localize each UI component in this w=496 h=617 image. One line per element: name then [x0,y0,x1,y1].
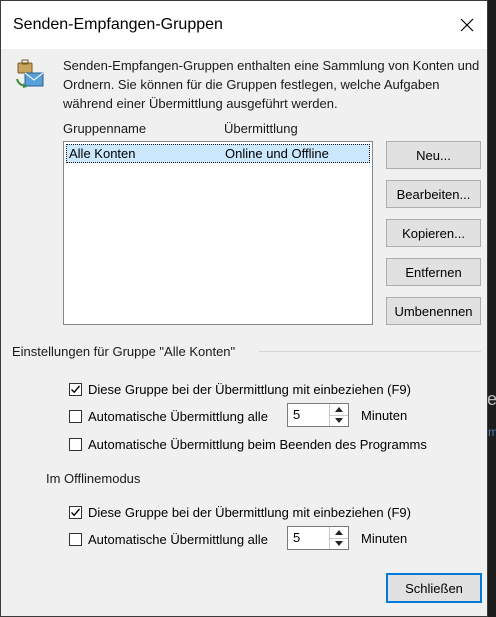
checkbox-unchecked[interactable] [69,437,82,451]
include-group-label: Diese Gruppe bei der Übermittlung mit ei… [88,381,411,397]
column-header-transfer[interactable]: Übermittlung [224,121,298,136]
arrow-up-icon [335,407,343,412]
minutes-label: Minuten [361,408,408,423]
auto-transfer-checkbox[interactable]: Automatische Übermittlung alle [69,407,268,425]
offline-auto-transfer-label: Automatische Übermittlung alle [88,531,268,547]
copy-button[interactable]: Kopieren... [386,219,481,247]
arrow-up-icon [335,530,343,535]
new-button[interactable]: Neu... [386,141,481,169]
checkmark-icon [71,385,81,393]
group-transfer: Online und Offline [225,146,329,161]
send-receive-icon [16,59,44,88]
auto-transfer-minutes-spinner[interactable]: 5 [287,403,349,427]
title-bar: Senden-Empfangen-Gruppen [1,1,487,49]
column-header-groupname[interactable]: Gruppenname [63,121,146,136]
offline-include-group-label: Diese Gruppe bei der Übermittlung mit ei… [88,504,411,520]
settings-section-header: Einstellungen für Gruppe "Alle Konten" [12,344,236,359]
checkbox-unchecked[interactable] [69,532,82,546]
minutes-label: Minuten [361,531,408,546]
background-text: m [488,425,496,439]
list-item[interactable]: Alle Konten Online und Offline [66,144,370,163]
offline-include-group-checkbox[interactable]: Diese Gruppe bei der Übermittlung mit ei… [69,503,411,521]
checkbox-checked[interactable] [69,505,82,519]
offline-auto-transfer-checkbox[interactable]: Automatische Übermittlung alle [69,530,268,548]
background-text: e [487,389,496,409]
spinner-value[interactable]: 5 [293,530,300,545]
send-receive-groups-dialog: Senden-Empfangen-Gruppen Senden-Empfange… [0,0,488,617]
edit-button[interactable]: Bearbeiten... [386,180,481,208]
checkmark-icon [71,508,81,516]
arrow-down-icon [335,418,343,423]
transfer-on-exit-checkbox[interactable]: Automatische Übermittlung beim Beenden d… [69,435,427,453]
close-button[interactable] [447,9,487,41]
checkbox-checked[interactable] [69,382,82,396]
remove-button[interactable]: Entfernen [386,258,481,286]
rename-button[interactable]: Umbenennen [386,297,481,325]
checkbox-unchecked[interactable] [69,409,82,423]
spinner-value[interactable]: 5 [293,407,300,422]
spinner-down-button[interactable] [330,538,348,549]
group-name: Alle Konten [69,146,136,161]
section-divider [259,351,481,352]
groups-list[interactable]: Alle Konten Online und Offline [63,141,373,325]
close-icon [460,18,474,32]
description-text: Senden-Empfangen-Gruppen enthalten eine … [63,58,480,111]
include-group-checkbox[interactable]: Diese Gruppe bei der Übermittlung mit ei… [69,380,411,398]
spinner-down-button[interactable] [330,415,348,426]
transfer-on-exit-label: Automatische Übermittlung beim Beenden d… [88,436,427,452]
arrow-down-icon [335,541,343,546]
auto-transfer-label: Automatische Übermittlung alle [88,408,268,424]
offline-auto-transfer-minutes-spinner[interactable]: 5 [287,526,349,550]
dialog-title: Senden-Empfangen-Gruppen [13,16,223,33]
close-dialog-button[interactable]: Schließen [386,573,482,603]
offline-section-header: Im Offlinemodus [46,471,141,486]
